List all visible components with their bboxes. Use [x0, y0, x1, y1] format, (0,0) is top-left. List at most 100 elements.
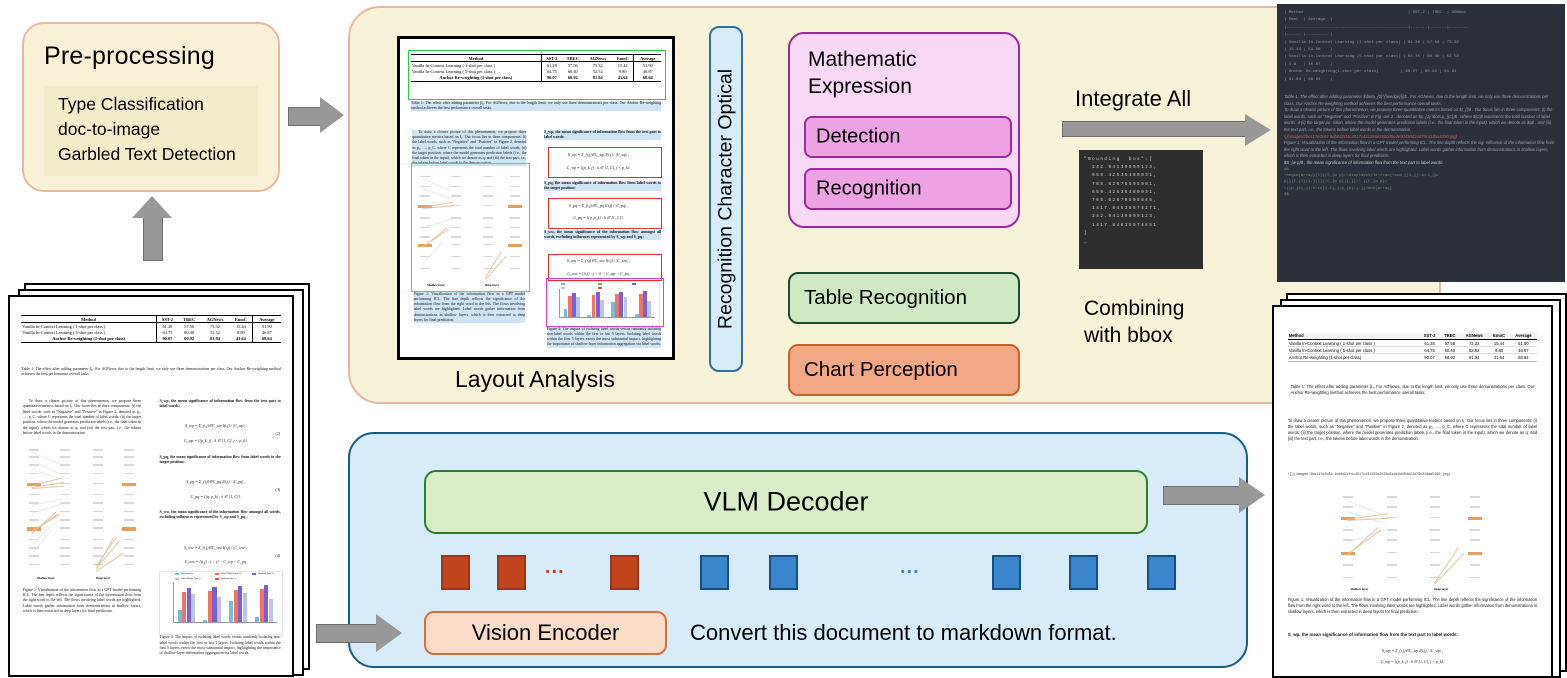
figure-1-shallow-label: Shallow layer — [36, 576, 55, 581]
preprocessing-title: Pre-processing — [44, 42, 215, 70]
figure-4-plot-area — [172, 582, 277, 624]
token-red-2 — [497, 555, 526, 590]
markdown-table-output: | Method | SST-2 | TREC | AGNews | EmoC … — [1284, 11, 1469, 82]
input-doc-body-paragraph: To draw a clearer picture of this phenom… — [22, 399, 142, 435]
annotation-table-region — [408, 50, 666, 100]
figure-4-bar-chart: No Isolation Label Words (first 5) Rando… — [159, 571, 283, 636]
arrow-vlm-to-output-document — [1163, 477, 1283, 513]
combining-with-bbox-label: Combining with bbox — [1084, 297, 1185, 347]
input-doc-eq-3b: C_ww = {(i,j) : j < i} − C_wp − C_pq. — [184, 559, 248, 565]
table-row: Vanilla In-Context Learning ( 1-shot per… — [21, 322, 281, 330]
annotation-figure-region — [410, 163, 530, 293]
token-ellipsis-right: ... — [900, 556, 920, 578]
la-body-paragraph: To draw a clearer picture of this phenom… — [412, 129, 527, 167]
input-doc-eq-3: S_ww = Σ_(i,j)∈C_ww I(i,j) / |C_ww| , — [184, 544, 248, 550]
output-figure-1-caption: Figure 1: Visualization of the informati… — [1287, 596, 1538, 614]
table-recognition-label: Table Recognition — [804, 286, 967, 309]
output-fig1-deep: Deep layer — [1434, 587, 1449, 592]
ocr-vertical-label: Recognition Character Optical — [709, 26, 743, 372]
token-blue-4 — [1069, 555, 1098, 590]
token-red-3 — [610, 555, 639, 590]
input-doc-eq-head-2: S_pq, the mean significance of informati… — [159, 455, 281, 465]
input-doc-eq-num-1: (2) — [275, 430, 281, 436]
input-doc-table: Method SST-2 TREC AGNews EmoC Average Va… — [21, 315, 281, 343]
la-eq-head-3: S_ww, the mean significance of the infor… — [544, 229, 662, 241]
table-row: Vanilla In-Context Learning ( 1-shot per… — [1287, 339, 1538, 348]
detection-label: Detection — [816, 125, 901, 148]
table-row: Vanilla In-Context Learning ( 5-shot per… — [1287, 346, 1538, 355]
preprocessing-item-type-classification: Type Classification — [58, 94, 204, 114]
input-doc-eq-head-1: S_wp, the mean significance of informati… — [159, 399, 281, 409]
vlm-decoder-label: VLM Decoder — [703, 486, 869, 517]
output-eq-1b: C_wp = {(p_k, j) : k ∈ [1, C], j < p_k}. — [1380, 659, 1445, 665]
ocr-vertical-label-text: Recognition Character Optical — [714, 68, 737, 330]
la-eq-head-1: S_wp, the mean significance of informati… — [544, 129, 662, 141]
col-emoc: EmoC — [229, 315, 253, 324]
output-doc-table-caption: Table 1: The effect after adding paramet… — [1290, 384, 1535, 396]
output-doc-body: To draw a clearer picture of this phenom… — [1287, 417, 1538, 441]
output-eq-1: S_wp = Σ_(i,j)∈C_wp I(i,j) / |C_wp| , — [1381, 648, 1444, 654]
col-sst2: SST-2 — [155, 315, 178, 324]
output-fig1-shallow: Shallow layer — [1350, 587, 1369, 592]
chart-perception-box[interactable]: Chart Perception — [788, 344, 1020, 396]
arrow-preprocessing-to-layout — [288, 97, 344, 133]
output-document-page: Method SST-2 TREC AGNews EmoC Average Va… — [1272, 305, 1553, 678]
arrow-input-to-vision-encoder — [316, 614, 426, 652]
output-doc-image-ref: ![](images/2be117e3c84 9db0d2cf4c4017c43… — [1287, 473, 1451, 478]
preprocessing-items: Type Classification doc-to-image Garbled… — [44, 86, 258, 176]
token-blue-1 — [700, 555, 729, 590]
integrate-all-label: Integrate All — [1075, 86, 1192, 111]
layout-analysis-document: Method SST-2 TREC AGNews EmoC Average Va… — [397, 36, 675, 360]
token-blue-3 — [992, 555, 1021, 590]
input-document-stack: Method SST-2 TREC AGNews EmoC Average Va… — [8, 283, 310, 677]
markdown-figure-caption: Figure 1: Visualization of the informati… — [1284, 140, 1555, 159]
figure-1-information-flow: Shallow layer Deep layer — [22, 440, 142, 581]
vision-encoder-box: Vision Encoder — [424, 611, 667, 655]
input-doc-eq-num-2: (3) — [275, 486, 281, 492]
markdown-body-output: To draw a clearer picture of this phenom… — [1284, 107, 1553, 133]
prompt-text: Convert this document to markdown format… — [690, 620, 1117, 645]
annotation-chart-region — [545, 277, 665, 328]
output-doc-table: Method SST-2 TREC AGNews EmoC Average Va… — [1287, 332, 1538, 362]
input-doc-eq-1: S_wp = Σ_(i,j)∈C_wp I(i,j) / |C_wp| , — [185, 423, 247, 429]
preprocessing-item-doc-to-image: doc-to-image — [58, 119, 161, 139]
figure-1-deep-label: Deep layer — [96, 576, 111, 581]
la-eq-head-2: S_pq, the mean significance of informati… — [544, 180, 662, 192]
mathematic-expression-box: Mathematic Expression Detection Recognit… — [788, 32, 1020, 228]
table-row: Anchor Re-weighting (1-shot per class) 9… — [1287, 353, 1538, 362]
recognition-box[interactable]: Recognition — [804, 168, 1012, 210]
recognition-label: Recognition — [816, 177, 922, 200]
table-recognition-box[interactable]: Table Recognition — [788, 272, 1020, 324]
vlm-decoder-box: VLM Decoder — [424, 470, 1148, 534]
input-doc-eq-1b: C_wp = {(p_k, j) : k ∈ [1, C], j < p_k}. — [183, 437, 248, 443]
la-table-caption: Table 1: The effect after adding paramet… — [410, 101, 662, 112]
col-method: Method — [21, 315, 157, 324]
input-doc-eq-head-3: S_ww, the mean significance of the infor… — [159, 510, 281, 520]
preprocessing-item-garbled-text-detection: Garbled Text Detection — [58, 144, 236, 164]
markdown-latex-output: $$ \begin{array}{l}{{S_{w p}=\displaysty… — [1284, 167, 1438, 198]
figure-1-caption: Figure 1: Visualization of the informati… — [22, 588, 142, 613]
vision-encoder-label: Vision Encoder — [471, 620, 620, 645]
output-figure-1: Shallow layer Deep layer — [1334, 487, 1491, 592]
col-average: Average — [252, 315, 281, 324]
col-agnews: AGNews — [200, 315, 230, 324]
token-blue-2 — [769, 555, 798, 590]
la-figure-1-caption: Figure 1: Visualization of the informati… — [413, 291, 526, 324]
input-document-page: Method SST-2 TREC AGNews EmoC Average Va… — [8, 295, 294, 677]
chart-perception-label: Chart Perception — [804, 358, 958, 381]
token-red-1 — [441, 555, 470, 590]
table-row: Anchor Re-weighting (1-shot per class) 9… — [21, 335, 281, 343]
arrow-input-to-preprocessing — [132, 196, 172, 261]
markdown-image-ref: ![](images/2be117e3c84 9db0d2cf4c4017c43… — [1284, 133, 1457, 139]
la-figure-4-caption: Figure 4: The impact of isolating label … — [546, 326, 662, 348]
annotation-formula-region-2 — [548, 198, 662, 229]
arrow-integrate-to-output — [1062, 114, 1274, 146]
input-doc-eq-2: S_pq = Σ_(i,j)∈C_pq I(i,j) / |C_pq| , — [186, 479, 246, 485]
detection-box[interactable]: Detection — [804, 116, 1012, 158]
markdown-output-panel: | Method | SST-2 | TREC | AGNews | EmoC … — [1277, 4, 1565, 282]
input-doc-eq-2b: C_pq = {(q, p_k) : k ∈ [1, C]}. — [190, 493, 242, 499]
bounding-box-code: "Bounding box":[ 242.94139099123, 659.42… — [1079, 150, 1203, 269]
col-trec: TREC — [177, 315, 201, 324]
annotation-formula-region-1 — [548, 147, 662, 178]
output-document-stack: Method SST-2 TREC AGNews EmoC Average Va… — [1272, 293, 1567, 678]
